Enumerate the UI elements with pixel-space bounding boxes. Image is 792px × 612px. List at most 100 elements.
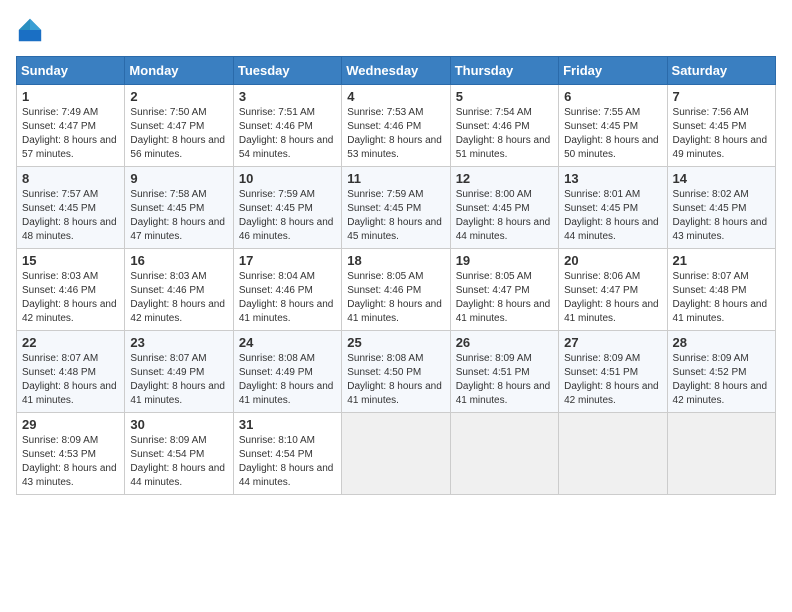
cell-content: Sunrise: 7:50 AMSunset: 4:47 PMDaylight:… bbox=[130, 106, 227, 162]
day-header-sunday: Sunday bbox=[17, 57, 125, 85]
day-number: 19 bbox=[456, 253, 553, 268]
day-number: 1 bbox=[22, 89, 119, 104]
cell-content: Sunrise: 7:54 AMSunset: 4:46 PMDaylight:… bbox=[456, 106, 553, 162]
calendar-cell: 28 Sunrise: 8:09 AMSunset: 4:52 PMDayligh… bbox=[667, 331, 775, 413]
calendar-cell: 30 Sunrise: 8:09 AMSunset: 4:54 PMDayligh… bbox=[125, 413, 233, 495]
cell-content: Sunrise: 8:09 AMSunset: 4:54 PMDaylight:… bbox=[130, 434, 227, 490]
day-number: 9 bbox=[130, 171, 227, 186]
day-header-saturday: Saturday bbox=[667, 57, 775, 85]
cell-content: Sunrise: 7:49 AMSunset: 4:47 PMDaylight:… bbox=[22, 106, 119, 162]
calendar-week-2: 8 Sunrise: 7:57 AMSunset: 4:45 PMDaylight… bbox=[17, 167, 776, 249]
header bbox=[16, 16, 776, 44]
calendar-cell: 24 Sunrise: 8:08 AMSunset: 4:49 PMDayligh… bbox=[233, 331, 341, 413]
calendar-week-5: 29 Sunrise: 8:09 AMSunset: 4:53 PMDayligh… bbox=[17, 413, 776, 495]
day-header-monday: Monday bbox=[125, 57, 233, 85]
cell-content: Sunrise: 8:06 AMSunset: 4:47 PMDaylight:… bbox=[564, 270, 661, 326]
calendar-header-row: SundayMondayTuesdayWednesdayThursdayFrid… bbox=[17, 57, 776, 85]
cell-content: Sunrise: 8:07 AMSunset: 4:48 PMDaylight:… bbox=[22, 352, 119, 408]
cell-content: Sunrise: 8:09 AMSunset: 4:51 PMDaylight:… bbox=[564, 352, 661, 408]
day-number: 31 bbox=[239, 417, 336, 432]
calendar-cell: 21 Sunrise: 8:07 AMSunset: 4:48 PMDayligh… bbox=[667, 249, 775, 331]
calendar-cell: 26Sunrise: 8:09 AMSunset: 4:51 PMDayligh… bbox=[450, 331, 558, 413]
calendar-cell: 4 Sunrise: 7:53 AMSunset: 4:46 PMDaylight… bbox=[342, 85, 450, 167]
day-number: 12 bbox=[456, 171, 553, 186]
cell-content: Sunrise: 7:59 AMSunset: 4:45 PMDaylight:… bbox=[347, 188, 444, 244]
calendar-cell: 14 Sunrise: 8:02 AMSunset: 4:45 PMDayligh… bbox=[667, 167, 775, 249]
calendar-cell: 23 Sunrise: 8:07 AMSunset: 4:49 PMDayligh… bbox=[125, 331, 233, 413]
day-number: 28 bbox=[673, 335, 770, 350]
calendar-week-1: 1 Sunrise: 7:49 AMSunset: 4:47 PMDaylight… bbox=[17, 85, 776, 167]
calendar-cell: 6 Sunrise: 7:55 AMSunset: 4:45 PMDaylight… bbox=[559, 85, 667, 167]
cell-content: Sunrise: 7:58 AMSunset: 4:45 PMDaylight:… bbox=[130, 188, 227, 244]
day-number: 13 bbox=[564, 171, 661, 186]
calendar-cell bbox=[667, 413, 775, 495]
day-number: 29 bbox=[22, 417, 119, 432]
cell-content: Sunrise: 8:01 AMSunset: 4:45 PMDaylight:… bbox=[564, 188, 661, 244]
calendar-cell: 31Sunrise: 8:10 AMSunset: 4:54 PMDayligh… bbox=[233, 413, 341, 495]
day-header-tuesday: Tuesday bbox=[233, 57, 341, 85]
cell-content: Sunrise: 8:05 AMSunset: 4:47 PMDaylight:… bbox=[456, 270, 553, 326]
cell-content: Sunrise: 7:56 AMSunset: 4:45 PMDaylight:… bbox=[673, 106, 770, 162]
day-number: 30 bbox=[130, 417, 227, 432]
calendar-cell: 25 Sunrise: 8:08 AMSunset: 4:50 PMDayligh… bbox=[342, 331, 450, 413]
day-header-wednesday: Wednesday bbox=[342, 57, 450, 85]
calendar-cell: 18Sunrise: 8:05 AMSunset: 4:46 PMDayligh… bbox=[342, 249, 450, 331]
calendar-cell: 29 Sunrise: 8:09 AMSunset: 4:53 PMDayligh… bbox=[17, 413, 125, 495]
calendar-cell: 20 Sunrise: 8:06 AMSunset: 4:47 PMDayligh… bbox=[559, 249, 667, 331]
logo bbox=[16, 16, 48, 44]
cell-content: Sunrise: 8:08 AMSunset: 4:49 PMDaylight:… bbox=[239, 352, 336, 408]
calendar-cell: 5 Sunrise: 7:54 AMSunset: 4:46 PMDaylight… bbox=[450, 85, 558, 167]
calendar-week-3: 15Sunrise: 8:03 AMSunset: 4:46 PMDayligh… bbox=[17, 249, 776, 331]
day-header-thursday: Thursday bbox=[450, 57, 558, 85]
day-number: 6 bbox=[564, 89, 661, 104]
day-number: 25 bbox=[347, 335, 444, 350]
calendar-cell: 13 Sunrise: 8:01 AMSunset: 4:45 PMDayligh… bbox=[559, 167, 667, 249]
day-number: 11 bbox=[347, 171, 444, 186]
day-number: 26 bbox=[456, 335, 553, 350]
cell-content: Sunrise: 8:08 AMSunset: 4:50 PMDaylight:… bbox=[347, 352, 444, 408]
day-number: 5 bbox=[456, 89, 553, 104]
cell-content: Sunrise: 8:00 AMSunset: 4:45 PMDaylight:… bbox=[456, 188, 553, 244]
calendar-cell bbox=[559, 413, 667, 495]
day-number: 23 bbox=[130, 335, 227, 350]
logo-icon bbox=[16, 16, 44, 44]
cell-content: Sunrise: 7:55 AMSunset: 4:45 PMDaylight:… bbox=[564, 106, 661, 162]
calendar-cell: 11 Sunrise: 7:59 AMSunset: 4:45 PMDayligh… bbox=[342, 167, 450, 249]
cell-content: Sunrise: 7:53 AMSunset: 4:46 PMDaylight:… bbox=[347, 106, 444, 162]
calendar-cell: 1 Sunrise: 7:49 AMSunset: 4:47 PMDaylight… bbox=[17, 85, 125, 167]
day-number: 24 bbox=[239, 335, 336, 350]
day-number: 14 bbox=[673, 171, 770, 186]
day-number: 21 bbox=[673, 253, 770, 268]
day-number: 18 bbox=[347, 253, 444, 268]
day-number: 17 bbox=[239, 253, 336, 268]
cell-content: Sunrise: 8:03 AMSunset: 4:46 PMDaylight:… bbox=[130, 270, 227, 326]
day-number: 8 bbox=[22, 171, 119, 186]
calendar-cell: 9 Sunrise: 7:58 AMSunset: 4:45 PMDaylight… bbox=[125, 167, 233, 249]
calendar-cell: 17 Sunrise: 8:04 AMSunset: 4:46 PMDayligh… bbox=[233, 249, 341, 331]
day-number: 4 bbox=[347, 89, 444, 104]
calendar-cell: 27Sunrise: 8:09 AMSunset: 4:51 PMDayligh… bbox=[559, 331, 667, 413]
day-number: 16 bbox=[130, 253, 227, 268]
cell-content: Sunrise: 7:51 AMSunset: 4:46 PMDaylight:… bbox=[239, 106, 336, 162]
cell-content: Sunrise: 8:04 AMSunset: 4:46 PMDaylight:… bbox=[239, 270, 336, 326]
calendar-cell: 19 Sunrise: 8:05 AMSunset: 4:47 PMDayligh… bbox=[450, 249, 558, 331]
cell-content: Sunrise: 8:09 AMSunset: 4:52 PMDaylight:… bbox=[673, 352, 770, 408]
day-number: 7 bbox=[673, 89, 770, 104]
calendar-cell: 8 Sunrise: 7:57 AMSunset: 4:45 PMDaylight… bbox=[17, 167, 125, 249]
cell-content: Sunrise: 8:07 AMSunset: 4:49 PMDaylight:… bbox=[130, 352, 227, 408]
calendar-cell: 15Sunrise: 8:03 AMSunset: 4:46 PMDayligh… bbox=[17, 249, 125, 331]
day-number: 2 bbox=[130, 89, 227, 104]
cell-content: Sunrise: 8:07 AMSunset: 4:48 PMDaylight:… bbox=[673, 270, 770, 326]
cell-content: Sunrise: 8:09 AMSunset: 4:53 PMDaylight:… bbox=[22, 434, 119, 490]
calendar-cell: 7 Sunrise: 7:56 AMSunset: 4:45 PMDaylight… bbox=[667, 85, 775, 167]
calendar-cell: 3Sunrise: 7:51 AMSunset: 4:46 PMDaylight… bbox=[233, 85, 341, 167]
day-number: 10 bbox=[239, 171, 336, 186]
calendar-cell: 16 Sunrise: 8:03 AMSunset: 4:46 PMDayligh… bbox=[125, 249, 233, 331]
day-number: 22 bbox=[22, 335, 119, 350]
calendar-cell bbox=[450, 413, 558, 495]
day-number: 20 bbox=[564, 253, 661, 268]
calendar-cell: 22 Sunrise: 8:07 AMSunset: 4:48 PMDayligh… bbox=[17, 331, 125, 413]
cell-content: Sunrise: 7:59 AMSunset: 4:45 PMDaylight:… bbox=[239, 188, 336, 244]
cell-content: Sunrise: 8:02 AMSunset: 4:45 PMDaylight:… bbox=[673, 188, 770, 244]
cell-content: Sunrise: 7:57 AMSunset: 4:45 PMDaylight:… bbox=[22, 188, 119, 244]
